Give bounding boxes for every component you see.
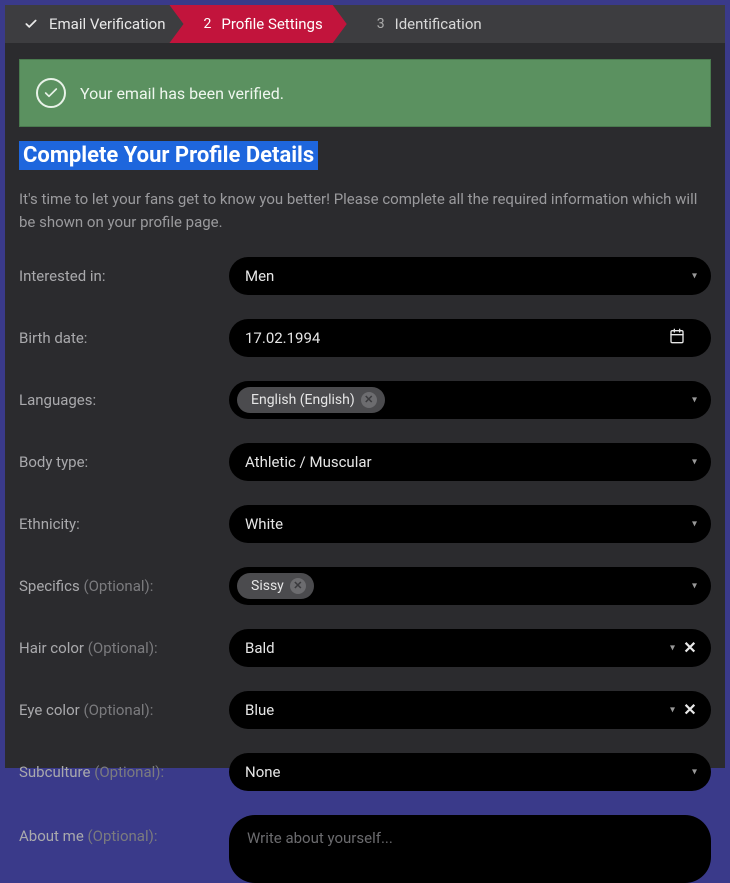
select-eye-color-value: Blue — [245, 701, 274, 719]
row-birth-date: Birth date: 17.02.1994 — [19, 319, 711, 357]
step-identification[interactable]: 3 Identification — [347, 5, 500, 43]
chevron-down-icon: ▾ — [670, 642, 675, 653]
row-specifics: Specifics (Optional): Sissy ✕ ▾ — [19, 567, 711, 605]
step-profile-settings[interactable]: 2 Profile Settings — [169, 5, 346, 43]
content-area: Complete Your Profile Details It's time … — [5, 141, 725, 883]
label-subculture: Subculture (Optional): — [19, 763, 229, 781]
remove-tag-icon[interactable]: ✕ — [361, 392, 377, 408]
page-title: Complete Your Profile Details — [19, 141, 318, 170]
remove-tag-icon[interactable]: ✕ — [290, 578, 306, 594]
check-icon — [23, 16, 39, 32]
select-hair-color-value: Bald — [245, 639, 275, 657]
label-interested-in: Interested in: — [19, 267, 229, 285]
select-interested-in[interactable]: Men ▾ — [229, 257, 711, 295]
select-eye-color[interactable]: Blue ▾ ✕ — [229, 691, 711, 729]
chevron-down-icon: ▾ — [670, 704, 675, 715]
tag-specific: Sissy ✕ — [237, 573, 314, 599]
step-2-number: 2 — [203, 16, 211, 32]
label-hair-color: Hair color (Optional): — [19, 639, 229, 657]
select-subculture[interactable]: None ▾ — [229, 753, 711, 791]
clear-icon[interactable]: ✕ — [681, 700, 699, 719]
row-body-type: Body type: Athletic / Muscular ▾ — [19, 443, 711, 481]
label-birth-date: Birth date: — [19, 329, 229, 347]
label-languages: Languages: — [19, 391, 229, 409]
select-ethnicity-value: White — [245, 515, 283, 533]
step-email-verification[interactable]: Email Verification — [5, 5, 183, 43]
chevron-down-icon: ▾ — [692, 766, 697, 777]
check-circle-icon — [36, 78, 66, 108]
select-languages[interactable]: English (English) ✕ ▾ — [229, 381, 711, 419]
row-ethnicity: Ethnicity: White ▾ — [19, 505, 711, 543]
chevron-down-icon: ▾ — [692, 456, 697, 467]
row-subculture: Subculture (Optional): None ▾ — [19, 753, 711, 791]
select-subculture-value: None — [245, 763, 281, 781]
row-hair-color: Hair color (Optional): Bald ▾ ✕ — [19, 629, 711, 667]
step-3-number: 3 — [377, 16, 385, 32]
tag-language: English (English) ✕ — [237, 387, 385, 413]
label-ethnicity: Ethnicity: — [19, 515, 229, 533]
textarea-about-me[interactable] — [247, 829, 693, 865]
banner-text: Your email has been verified. — [80, 84, 284, 103]
birth-date-value: 17.02.1994 — [245, 329, 320, 347]
step-3-label: Identification — [395, 15, 482, 33]
clear-icon[interactable]: ✕ — [681, 638, 699, 657]
chevron-down-icon: ▾ — [692, 394, 697, 405]
label-eye-color: Eye color (Optional): — [19, 701, 229, 719]
row-interested-in: Interested in: Men ▾ — [19, 257, 711, 295]
label-specifics: Specifics (Optional): — [19, 577, 229, 595]
select-interested-in-value: Men — [245, 267, 274, 285]
app-frame: Email Verification 2 Profile Settings 3 … — [0, 0, 730, 773]
label-body-type: Body type: — [19, 453, 229, 471]
select-body-type-value: Athletic / Muscular — [245, 453, 372, 471]
select-body-type[interactable]: Athletic / Muscular ▾ — [229, 443, 711, 481]
intro-text: It's time to let your fans get to know y… — [19, 188, 711, 235]
select-hair-color[interactable]: Bald ▾ ✕ — [229, 629, 711, 667]
row-languages: Languages: English (English) ✕ ▾ — [19, 381, 711, 419]
success-banner: Your email has been verified. — [19, 59, 711, 127]
label-about-me: About me (Optional): — [19, 815, 229, 845]
input-birth-date[interactable]: 17.02.1994 — [229, 319, 711, 357]
row-eye-color: Eye color (Optional): Blue ▾ ✕ — [19, 691, 711, 729]
chevron-down-icon: ▾ — [692, 518, 697, 529]
step-1-label: Email Verification — [49, 15, 165, 33]
calendar-icon[interactable] — [669, 328, 685, 348]
stepper: Email Verification 2 Profile Settings 3 … — [5, 5, 725, 43]
select-specifics[interactable]: Sissy ✕ ▾ — [229, 567, 711, 605]
step-2-label: Profile Settings — [221, 15, 322, 33]
textarea-about-me-wrap — [229, 815, 711, 883]
row-about-me: About me (Optional): — [19, 815, 711, 883]
chevron-down-icon: ▾ — [692, 270, 697, 281]
tag-language-label: English (English) — [251, 392, 355, 408]
tag-specific-label: Sissy — [251, 578, 284, 594]
chevron-down-icon: ▾ — [692, 580, 697, 591]
select-ethnicity[interactable]: White ▾ — [229, 505, 711, 543]
